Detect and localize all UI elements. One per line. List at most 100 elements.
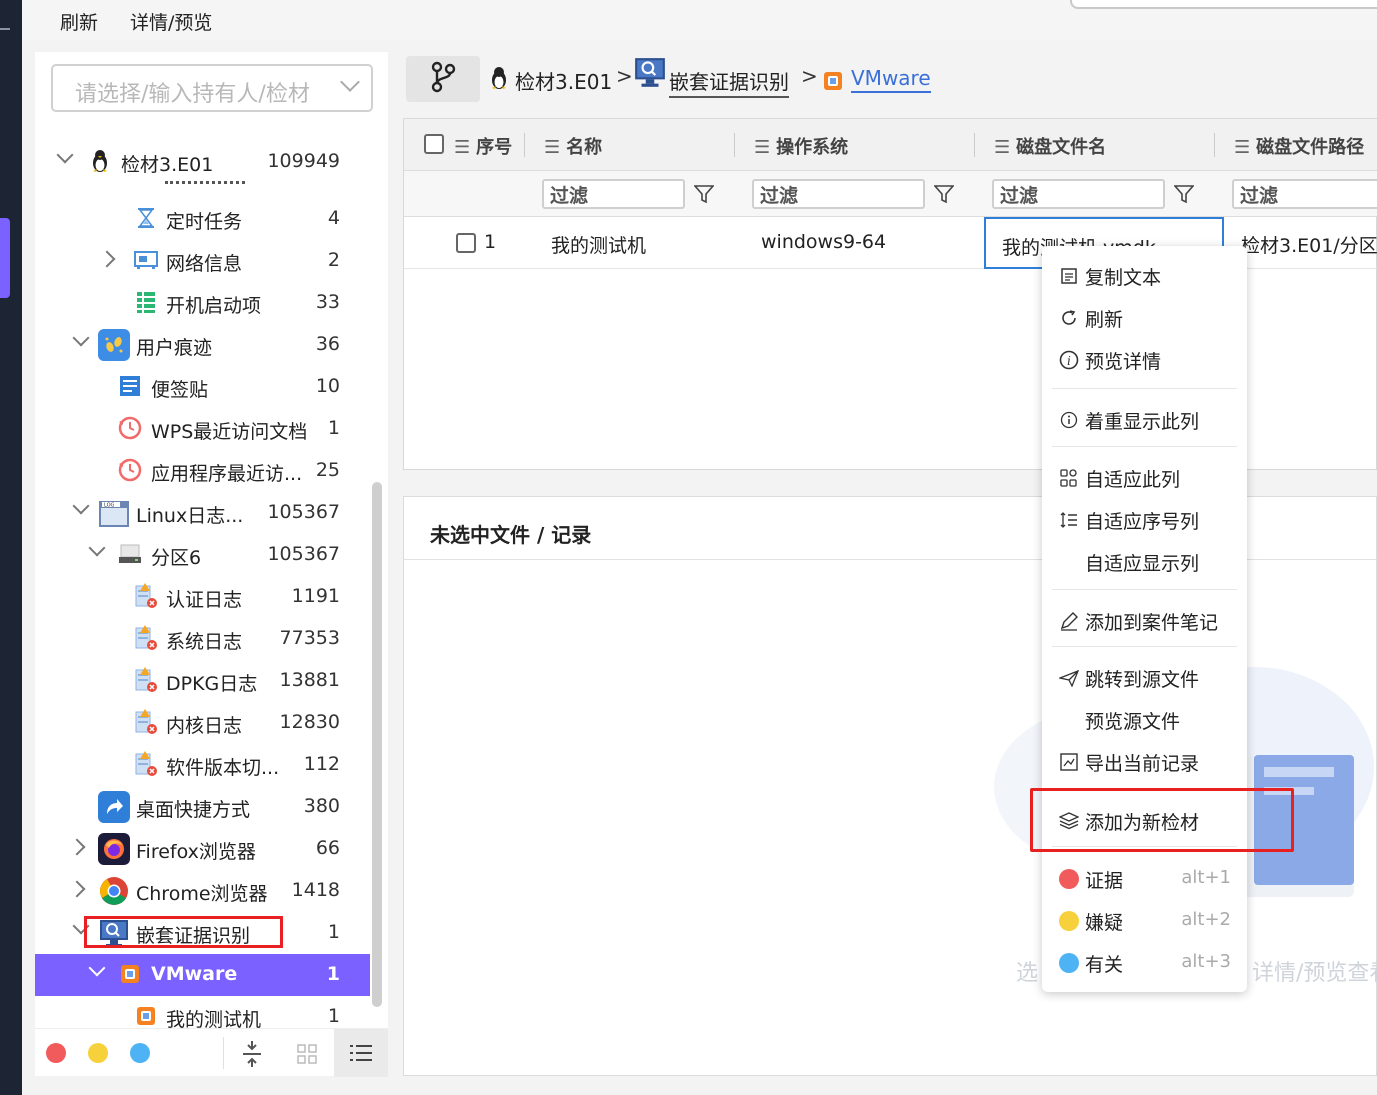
chevron-right-icon[interactable] — [68, 880, 86, 898]
tree-item-count: 33 — [315, 291, 340, 313]
tree-item-evidence-root[interactable]: 检材3.E01 109949 — [35, 141, 370, 183]
table-header: ☰ 序号 ☰ 名称 ☰ 操作系统 ☰ 磁盘文件名 ☰ 磁盘文件路径 — [404, 119, 1377, 171]
refresh-button[interactable]: 刷新 — [60, 8, 98, 35]
tree-item-count: 77353 — [279, 627, 340, 649]
tree-item-sticky-notes[interactable]: 便签贴 10 — [35, 366, 370, 408]
menu-separator — [1052, 589, 1237, 590]
tag-filter-evidence[interactable] — [46, 1043, 66, 1063]
detail-preview-button[interactable]: 详情/预览 — [130, 8, 212, 35]
tree-item-label: 认证日志 — [166, 589, 243, 611]
shortcut-icon — [98, 791, 130, 823]
tree-item-label: 定时任务 — [166, 211, 243, 233]
column-header-index[interactable]: ☰ 序号 — [454, 133, 512, 159]
filter-funnel-icon[interactable] — [933, 184, 955, 204]
column-divider[interactable] — [524, 133, 525, 157]
tree-item-chrome[interactable]: Chrome浏览器 1418 — [35, 870, 370, 912]
log-icon: LOG — [98, 497, 130, 529]
breadcrumb-root[interactable]: 检材3.E01 — [515, 66, 612, 95]
clipped-tree-item — [165, 180, 275, 188]
menu-item-refresh[interactable]: 刷新 — [1042, 296, 1247, 338]
tree-item-firefox[interactable]: Firefox浏览器 66 — [35, 828, 370, 870]
vmware-icon — [822, 70, 844, 96]
filter-input-disk-file[interactable] — [992, 179, 1165, 209]
chevron-right-icon[interactable] — [98, 250, 116, 268]
tree-item-system-log[interactable]: 系统日志 77353 — [35, 618, 370, 660]
column-divider[interactable] — [734, 133, 735, 157]
menu-item-jump-to-source[interactable]: 跳转到源文件 — [1042, 656, 1247, 698]
select-all-checkbox[interactable] — [424, 134, 444, 154]
column-divider[interactable] — [974, 133, 975, 157]
tree-item-label: Firefox浏览器 — [136, 841, 256, 863]
footer-divider — [223, 1037, 224, 1069]
chevron-down-icon[interactable] — [72, 329, 90, 347]
grid-view-icon[interactable] — [290, 1037, 324, 1071]
firefox-icon — [98, 833, 130, 865]
branch-toggle-button[interactable] — [406, 56, 480, 102]
info-icon: i — [1058, 349, 1080, 371]
tree-item-software-version-log[interactable]: 软件版本切... 112 — [35, 744, 370, 786]
chevron-right-icon[interactable] — [68, 838, 86, 856]
menu-item-copy-text[interactable]: 复制文本 — [1042, 254, 1247, 296]
tree-item-network-info[interactable]: 网络信息 2 — [35, 240, 370, 282]
tree-item-my-test-vm[interactable]: 我的测试机 1 — [35, 996, 370, 1028]
branch-icon — [430, 61, 456, 97]
menu-item-export-record[interactable]: 导出当前记录 — [1042, 740, 1247, 782]
filter-funnel-icon[interactable] — [1173, 184, 1195, 204]
menu-item-add-to-case-notes[interactable]: 添加到案件笔记 — [1042, 599, 1247, 641]
tree-item-label: 内核日志 — [166, 715, 243, 737]
tree-item-vmware[interactable]: VMware 1 — [35, 954, 370, 996]
log-warning-icon — [133, 667, 159, 693]
line-spacing-icon — [1058, 509, 1080, 531]
column-divider[interactable] — [1214, 133, 1215, 157]
tree-item-partition-6[interactable]: 分区6 105367 — [35, 534, 370, 576]
menu-item-highlight-column[interactable]: 着重显示此列 — [1042, 398, 1247, 440]
filter-input-disk-path[interactable] — [1232, 179, 1377, 209]
tree-item-count: 2 — [327, 249, 340, 271]
tree-item-kernel-log[interactable]: 内核日志 12830 — [35, 702, 370, 744]
tree-item-app-recent-access[interactable]: 应用程序最近访... 25 — [35, 450, 370, 492]
top-search-box[interactable] — [1070, 0, 1377, 9]
chevron-down-icon[interactable] — [56, 146, 74, 164]
menu-item-tag-suspect[interactable]: 嫌疑 alt+2 — [1042, 899, 1247, 941]
filter-input-os[interactable] — [752, 179, 925, 209]
tree-item-dpkg-log[interactable]: DPKG日志 13881 — [35, 660, 370, 702]
menu-item-preview-detail[interactable]: i 预览详情 — [1042, 338, 1247, 380]
menu-item-tag-related[interactable]: 有关 alt+3 — [1042, 941, 1247, 983]
menu-item-preview-source[interactable]: 预览源文件 — [1042, 698, 1247, 740]
collapse-icon[interactable] — [235, 1037, 269, 1071]
strip-active-indicator[interactable] — [0, 218, 10, 298]
breadcrumb-leaf[interactable]: VMware — [851, 66, 931, 93]
row-checkbox[interactable] — [456, 233, 476, 253]
filter-funnel-icon[interactable] — [693, 184, 715, 204]
annotation-highlight-box — [84, 916, 283, 948]
tree-item-desktop-shortcuts[interactable]: 桌面快捷方式 380 — [35, 786, 370, 828]
tree-item-linux-logs[interactable]: LOG Linux日志... 105367 — [35, 492, 370, 534]
tree-item-startup-items[interactable]: 开机启动项 33 — [35, 282, 370, 324]
breadcrumb-mid[interactable]: 嵌套证据识别 — [669, 66, 789, 98]
chevron-down-icon[interactable] — [88, 539, 106, 557]
tree-item-auth-log[interactable]: 认证日志 1191 — [35, 576, 370, 618]
column-header-name[interactable]: ☰ 名称 — [544, 133, 602, 159]
column-header-disk-path[interactable]: ☰ 磁盘文件路径 — [1234, 133, 1364, 159]
filter-input-name[interactable] — [542, 179, 685, 209]
chevron-down-icon[interactable] — [72, 497, 90, 515]
log-warning-icon — [133, 709, 159, 735]
tree-item-user-traces[interactable]: 用户痕迹 36 — [35, 324, 370, 366]
menu-item-autofit-visible-columns[interactable]: 自适应显示列 — [1042, 540, 1247, 582]
menu-item-autofit-index-column[interactable]: 自适应序号列 — [1042, 498, 1247, 540]
holder-select[interactable]: 请选择/输入持有人/检材 — [51, 64, 373, 112]
menu-item-autofit-column[interactable]: 自适应此列 — [1042, 456, 1247, 498]
chevron-down-icon[interactable] — [88, 959, 106, 977]
menu-item-tag-evidence[interactable]: 证据 alt+1 — [1042, 857, 1247, 899]
tree-scrollbar[interactable] — [372, 482, 382, 1007]
note-icon — [117, 373, 143, 399]
tag-filter-related[interactable] — [130, 1043, 150, 1063]
tag-filter-suspect[interactable] — [88, 1043, 108, 1063]
tree-item-wps-recent-docs[interactable]: WPS最近访问文档 1 — [35, 408, 370, 450]
list-view-icon[interactable] — [334, 1029, 388, 1077]
column-header-os[interactable]: ☰ 操作系统 — [754, 133, 848, 159]
column-header-disk-file[interactable]: ☰ 磁盘文件名 — [994, 133, 1106, 159]
tree-item-count: 1 — [327, 1005, 340, 1027]
cell-name: 我的测试机 — [551, 235, 647, 257]
tree-item-scheduled-tasks[interactable]: 定时任务 4 — [35, 198, 370, 240]
